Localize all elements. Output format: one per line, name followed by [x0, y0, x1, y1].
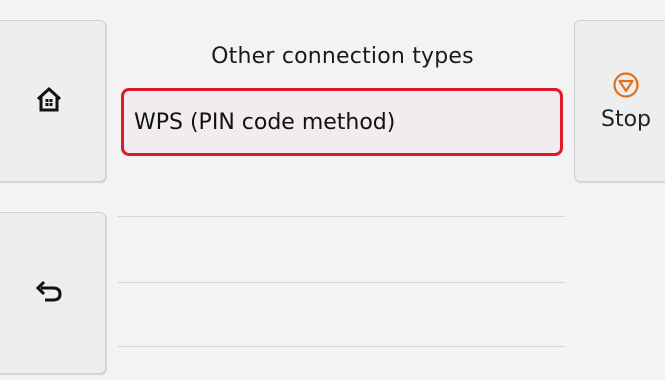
home-icon: [36, 86, 62, 116]
stop-button[interactable]: Stop: [574, 20, 665, 182]
back-arrow-icon: [35, 280, 63, 306]
home-button[interactable]: [0, 20, 106, 182]
list-divider: [118, 216, 565, 217]
list-divider: [118, 346, 565, 347]
list-divider: [118, 282, 565, 283]
stop-label: Stop: [600, 106, 651, 132]
back-button[interactable]: [0, 212, 106, 374]
stop-icon: [612, 71, 640, 103]
list-item-wps-pin[interactable]: WPS (PIN code method): [121, 88, 563, 156]
list-item-label: WPS (PIN code method): [134, 109, 396, 135]
page-title: Other connection types: [211, 44, 474, 69]
printer-screen: Other connection types WPS (PIN code met…: [0, 0, 665, 380]
